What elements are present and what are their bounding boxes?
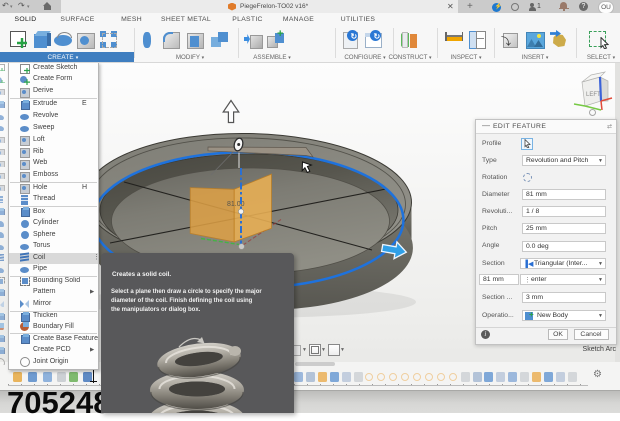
svg-text:LEFT: LEFT <box>586 92 601 98</box>
